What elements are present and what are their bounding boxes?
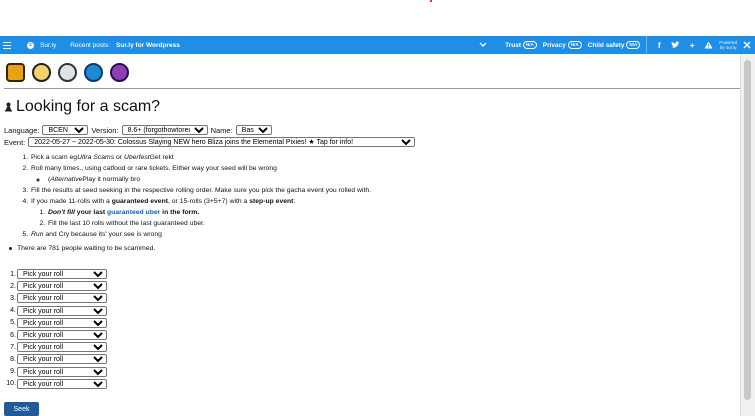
name-select[interactable]: Base	[235, 125, 272, 135]
roll-select[interactable]: Pick your roll	[17, 305, 107, 316]
roll-select[interactable]: Pick your roll	[17, 354, 107, 365]
red-dot-mark	[430, 0, 432, 2]
cat-food-icon[interactable]	[6, 63, 25, 82]
language-label: Language:	[4, 125, 40, 135]
privacy-link[interactable]: Privacy N/A	[543, 41, 582, 49]
scrollbar[interactable]	[740, 54, 755, 416]
event-select[interactable]: 2022-05-27 ~ 2022-05-30: Colossus Slayin…	[28, 137, 416, 147]
version-select[interactable]: 8.6+ (forgothowtoreddit)	[121, 125, 208, 135]
twitter-icon[interactable]	[671, 41, 680, 49]
roll-select[interactable]: Pick your roll	[17, 317, 107, 328]
list-item: Pick a scam egUltra Scams or UberfestGet…	[30, 152, 630, 163]
roll-row: 1. Pick your roll	[4, 268, 107, 280]
instructions-list: Pick a scam egUltra Scams or UberfestGet…	[4, 152, 630, 240]
roll-row: 6. Pick your roll	[4, 329, 107, 341]
max-cat-icon[interactable]	[32, 63, 51, 82]
settings-row: Language: BCEN Version: 8.6+ (forgothowt…	[4, 125, 272, 135]
list-item: Don't fill your last guaranteed uber in …	[47, 207, 630, 218]
roll-row: 2. Pick your roll	[4, 280, 107, 292]
roll-select[interactable]: Pick your roll	[17, 281, 107, 292]
child-safety-link[interactable]: Child safety N/A	[588, 41, 641, 49]
surly-logo-icon[interactable]: s	[27, 41, 34, 49]
roll-row: 9. Pick your roll	[4, 366, 107, 378]
list-item: (AlternativePlay it normally bro	[47, 174, 630, 185]
purple-orb-icon[interactable]	[110, 63, 129, 82]
roll-select[interactable]: Pick your roll	[17, 330, 107, 341]
list-item: Run and Cry because its' your see is wro…	[30, 229, 630, 240]
roll-select[interactable]: Pick your roll	[17, 269, 107, 280]
surly-toolbar: s Sur.ly Recent posts: Sur.ly for Wordpr…	[0, 36, 755, 54]
blue-orb-icon[interactable]	[84, 63, 103, 82]
divider	[646, 36, 648, 54]
people-waiting: There are 781 people waiting to be scamm…	[9, 245, 155, 252]
chevron-down-icon[interactable]	[479, 42, 487, 48]
roll-select[interactable]: Pick your roll	[17, 342, 107, 353]
roll-row: 5. Pick your roll	[4, 317, 107, 329]
list-item: If you made 11-rolls with a guaranteed e…	[30, 196, 630, 229]
guaranteed-uber-link[interactable]: guaranteed uber	[107, 209, 160, 216]
divider	[4, 88, 741, 89]
list-item: Roll many times., using catfood or rare …	[30, 163, 630, 185]
language-select[interactable]: BCEN	[42, 125, 89, 135]
bullet-icon	[9, 247, 12, 250]
roll-select[interactable]: Pick your roll	[17, 293, 107, 304]
site-name[interactable]: Sur.ly	[40, 42, 56, 49]
roll-row: 3. Pick your roll	[4, 292, 107, 304]
event-label: Event:	[4, 137, 26, 147]
icon-bar	[6, 63, 129, 82]
recent-post-link[interactable]: Sur.ly for Wordpress	[116, 42, 180, 49]
list-item: Fill the results at seed seeking in the …	[30, 185, 630, 196]
roll-select[interactable]: Pick your roll	[17, 378, 107, 389]
roll-form: 1. Pick your roll 2. Pick your roll 3. Pick…	[4, 268, 107, 390]
tv-cat-icon[interactable]	[58, 63, 77, 82]
recent-posts-label: Recent posts:	[70, 41, 111, 49]
facebook-icon[interactable]: f	[653, 41, 665, 50]
scrollbar-thumb[interactable]	[744, 60, 751, 400]
roll-row: 10. Pick your roll	[4, 378, 107, 390]
trust-link[interactable]: Trust N/A	[505, 41, 537, 49]
version-label: Version:	[91, 125, 119, 135]
seek-button[interactable]: Seek	[4, 402, 39, 416]
pawn-icon	[5, 102, 12, 112]
roll-select[interactable]: Pick your roll	[17, 366, 107, 377]
name-label: Name:	[210, 125, 233, 135]
close-icon[interactable]	[743, 41, 751, 49]
menu-icon[interactable]	[3, 41, 11, 49]
event-row: Event: 2022-05-27 ~ 2022-05-30: Colossus…	[4, 137, 416, 147]
roll-row: 4. Pick your roll	[4, 305, 107, 317]
powered-by-surly[interactable]: Powered by sur.ly	[719, 40, 737, 50]
roll-row: 8. Pick your roll	[4, 353, 107, 365]
plus-icon[interactable]: +	[686, 41, 698, 50]
roll-row: 7. Pick your roll	[4, 341, 107, 353]
page-title: Looking for a scam?	[4, 98, 160, 116]
list-item: Fill the last 10 rolls without the last …	[47, 218, 630, 229]
warning-icon[interactable]	[704, 41, 713, 49]
